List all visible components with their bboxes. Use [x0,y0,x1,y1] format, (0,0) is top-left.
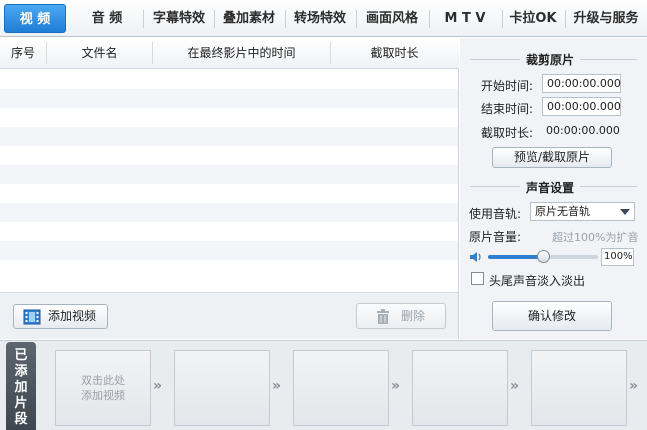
table-row [0,108,458,127]
clip-slot-add[interactable]: 双击此处 添加视频 [55,350,151,426]
added-clips-label-text: 已 添 加 片 段 [14,348,28,427]
preview-trim-button[interactable]: 预览/截取原片 [492,147,612,168]
column-header-filename[interactable]: 文件名 [47,38,152,69]
table-row [0,127,458,146]
duration-label: 截取时长: [481,126,534,140]
audio-section-title: 声音设置 [520,179,581,196]
volume-hint: 超过100%为扩音 [552,231,639,244]
column-header-duration[interactable]: 截取时长 [331,38,458,69]
video-list-table[interactable]: 序号 文件名 在最终影片中的时间 截取时长 [0,38,459,292]
volume-label: 原片音量: [469,230,522,244]
top-tab-bar: 视 频 音 频 字幕特效 叠加素材 转场特效 画面风格 M T V 卡拉OK 升… [0,0,647,37]
column-header-time-in-final[interactable]: 在最终影片中的时间 [153,38,330,69]
table-row [0,222,458,241]
column-header-index[interactable]: 序号 [0,38,46,69]
fade-checkbox[interactable] [471,272,484,285]
table-header: 序号 文件名 在最终影片中的时间 截取时长 [0,38,459,69]
chevron-right-icon: » [391,378,400,394]
table-row [0,89,458,108]
delete-label: 删除 [401,309,426,323]
chevron-right-icon: » [272,378,281,394]
tab-divider [502,10,503,28]
fade-label: 头尾声音淡入淡出 [489,274,586,288]
tab-overlay-materials[interactable]: 叠加素材 [216,4,282,33]
tab-karaoke[interactable]: 卡拉OK [504,4,562,33]
confirm-changes-button[interactable]: 确认修改 [492,301,612,331]
tab-transition-effects[interactable]: 转场特效 [287,4,353,33]
add-video-hint: 双击此处 添加视频 [81,374,125,402]
tab-divider [565,10,566,28]
chevron-right-icon: » [510,378,519,394]
tab-divider [285,10,286,28]
table-row [0,146,458,165]
table-row [0,241,458,260]
add-video-button[interactable]: 添加视频 [13,304,108,329]
duration-value: 00:00:00.000 [546,124,620,137]
tab-mtv[interactable]: M T V [432,4,498,33]
tab-audio[interactable]: 音 频 [76,4,138,33]
film-add-icon [23,309,41,325]
chevron-down-icon [620,209,630,215]
volume-slider-track[interactable] [488,250,598,263]
table-row [0,70,458,89]
tab-video[interactable]: 视 频 [4,4,66,33]
volume-value-field[interactable]: 100% [601,248,634,266]
audio-track-value: 原片无音轨 [535,205,590,218]
table-row [0,165,458,184]
volume-slider-handle[interactable] [537,250,550,263]
start-time-label: 开始时间: [481,79,534,93]
speaker-icon [470,252,481,262]
audio-track-select[interactable]: 原片无音轨 [530,202,635,221]
clip-slot[interactable] [531,350,627,426]
delete-button[interactable]: 删除 [356,303,446,329]
clip-slot[interactable] [412,350,508,426]
volume-slider-fill [488,255,543,259]
tab-divider [429,10,430,28]
tab-divider [143,10,144,28]
add-video-label: 添加视频 [48,309,97,323]
tab-picture-style[interactable]: 画面风格 [358,4,426,33]
clip-slot[interactable] [174,350,270,426]
table-row [0,184,458,203]
tab-subtitle-effects[interactable]: 字幕特效 [146,4,212,33]
tab-upgrade-service[interactable]: 升级与服务 [567,4,645,33]
table-row [0,203,458,222]
audio-track-label: 使用音轨: [469,207,522,221]
clip-slot[interactable] [293,350,389,426]
end-time-field[interactable]: 00:00:00.000 [542,97,621,116]
start-time-field[interactable]: 00:00:00.000 [542,74,621,93]
chevron-right-icon: » [629,378,638,394]
chevron-right-icon: » [153,378,162,394]
settings-panel: 裁剪原片 开始时间: 00:00:00.000 结束时间: 00:00:00.0… [460,38,647,339]
table-row [0,260,458,279]
trash-icon [377,309,389,324]
trim-section-title: 裁剪原片 [520,51,581,68]
list-action-bar: 添加视频 删除 [0,292,459,339]
added-clips-label: 已 添 加 片 段 [6,342,36,430]
tab-divider [214,10,215,28]
end-time-label: 结束时间: [481,102,534,116]
tab-divider [356,10,357,28]
